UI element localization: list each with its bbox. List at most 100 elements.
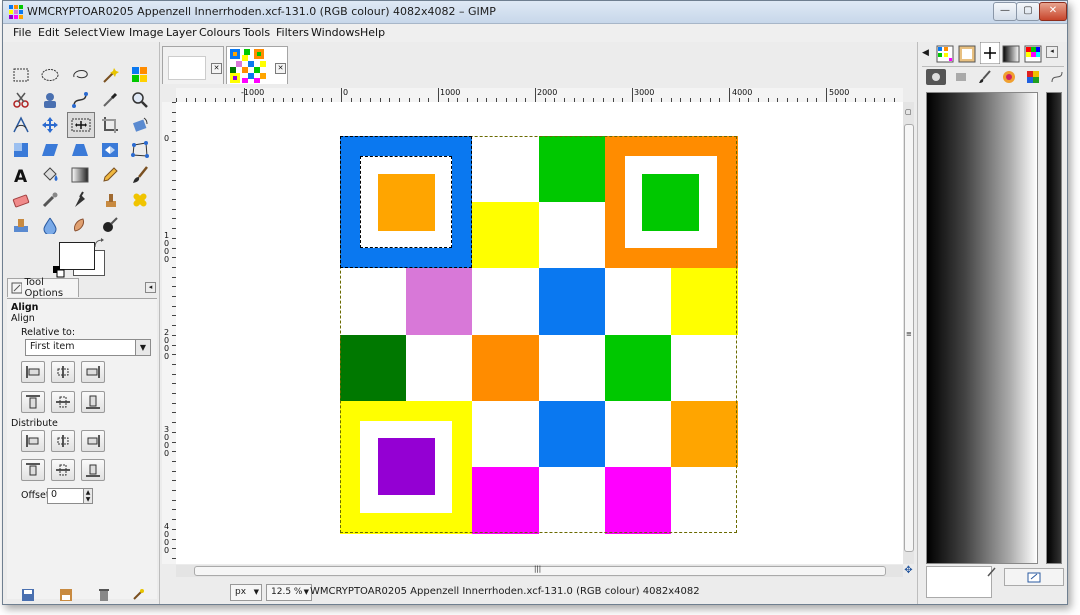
- menu-filters[interactable]: Filters: [276, 26, 309, 39]
- paths-icon[interactable]: [69, 89, 91, 111]
- edit-gradient-button[interactable]: [1004, 568, 1064, 586]
- delete-options-icon[interactable]: [97, 588, 111, 602]
- paths-dialog-icon[interactable]: [1050, 70, 1064, 84]
- brushes-tab-icon[interactable]: [980, 42, 1000, 64]
- brush-icon[interactable]: [978, 70, 992, 84]
- measure-icon[interactable]: [10, 114, 32, 136]
- text-icon[interactable]: A: [10, 164, 32, 186]
- color-picker-icon[interactable]: [99, 89, 121, 111]
- perspective-icon[interactable]: [69, 139, 91, 161]
- brush-preview[interactable]: [926, 566, 992, 598]
- ink-icon[interactable]: [69, 189, 91, 211]
- shear-icon[interactable]: [39, 139, 61, 161]
- align-left-edge-button[interactable]: [21, 361, 45, 383]
- swap-colors-icon[interactable]: [93, 238, 105, 250]
- reset-options-icon[interactable]: [131, 588, 145, 602]
- distribute-middle-button[interactable]: [51, 459, 75, 481]
- align-center-button[interactable]: [51, 361, 75, 383]
- align-top-edge-button[interactable]: [21, 391, 45, 413]
- distribute-center-button[interactable]: [51, 430, 75, 452]
- unit-select[interactable]: px ▼: [230, 584, 262, 601]
- dock-arrow-icon[interactable]: ◀: [922, 48, 929, 58]
- eraser-icon[interactable]: [10, 189, 32, 211]
- palettes-tab-icon[interactable]: [1024, 45, 1042, 63]
- lasso-icon[interactable]: [69, 64, 91, 86]
- restore-options-icon[interactable]: [59, 588, 73, 602]
- align-right-edge-button[interactable]: [81, 361, 105, 383]
- heal-icon[interactable]: [129, 189, 151, 211]
- tool-options-tab[interactable]: Tool Options: [7, 277, 79, 299]
- pencil-icon[interactable]: [99, 164, 121, 186]
- layers-preview-strip[interactable]: [1046, 92, 1062, 564]
- device-status-icon[interactable]: [954, 70, 968, 84]
- rect-select-icon[interactable]: [10, 64, 32, 86]
- menu-windows[interactable]: Windows: [311, 26, 360, 39]
- distribute-right-button[interactable]: [81, 430, 105, 452]
- paintbrush-icon[interactable]: [129, 164, 151, 186]
- menu-edit[interactable]: Edit: [38, 26, 59, 39]
- airbrush-icon[interactable]: [39, 189, 61, 211]
- close-icon[interactable]: ✕: [211, 63, 222, 74]
- vertical-scroll-thumb[interactable]: [904, 124, 914, 552]
- flip-icon[interactable]: [99, 139, 121, 161]
- fuzzy-select-icon[interactable]: [99, 64, 121, 86]
- blur-icon[interactable]: [39, 214, 61, 236]
- horizontal-ruler[interactable]: -1000 0 1000 2000 3000 4000 5000: [176, 88, 903, 103]
- menu-file[interactable]: File: [13, 26, 31, 39]
- fonts-tab-icon[interactable]: [958, 45, 976, 63]
- dodge-burn-icon[interactable]: [99, 214, 121, 236]
- bucket-fill-icon[interactable]: [39, 164, 61, 186]
- align-middle-button[interactable]: [51, 391, 75, 413]
- crop-icon[interactable]: [99, 114, 121, 136]
- gradient-preview[interactable]: [926, 92, 1038, 564]
- zoom-select[interactable]: 12.5 % ▼: [266, 584, 312, 601]
- offset-spinner[interactable]: ▲ ▼: [83, 488, 93, 504]
- save-options-icon[interactable]: [21, 588, 35, 602]
- rotate-icon[interactable]: [129, 114, 151, 136]
- image-content[interactable]: [340, 136, 738, 534]
- offset-input[interactable]: 0: [47, 488, 85, 504]
- close-icon[interactable]: ✕: [275, 63, 286, 74]
- vertical-scrollbar[interactable]: ▢ ≡: [903, 102, 914, 564]
- move-icon[interactable]: [39, 114, 61, 136]
- edit-brush-icon[interactable]: [986, 566, 998, 578]
- minimize-button[interactable]: —: [993, 2, 1017, 21]
- ellipse-select-icon[interactable]: [39, 64, 61, 86]
- foreground-select-icon[interactable]: [39, 89, 61, 111]
- cage-transform-icon[interactable]: [129, 139, 151, 161]
- color-wheel-icon[interactable]: [1002, 70, 1016, 84]
- blend-icon[interactable]: [69, 164, 91, 186]
- menu-tools[interactable]: Tools: [243, 26, 270, 39]
- palette-icon[interactable]: [1026, 70, 1040, 84]
- toolbox-tab-icon[interactable]: [926, 69, 946, 85]
- menu-view[interactable]: View: [99, 26, 125, 39]
- select-by-color-icon[interactable]: [129, 64, 151, 86]
- close-button[interactable]: ✕: [1039, 2, 1067, 21]
- menu-select[interactable]: Select: [64, 26, 98, 39]
- ruler-corner[interactable]: [162, 88, 176, 102]
- menu-colours[interactable]: Colours: [199, 26, 240, 39]
- scissors-icon[interactable]: [10, 89, 32, 111]
- gradients-tab-icon[interactable]: [1002, 45, 1020, 63]
- navigation-icon[interactable]: ✥: [903, 565, 914, 577]
- zoom-icon[interactable]: [129, 89, 151, 111]
- maximize-button[interactable]: ▢: [1016, 2, 1040, 21]
- smudge-icon[interactable]: [69, 214, 91, 236]
- image-tab-2[interactable]: ✕: [226, 46, 288, 84]
- scale-icon[interactable]: [10, 139, 32, 161]
- vertical-ruler[interactable]: 0 1000 2000 3000 4000: [162, 102, 177, 564]
- configure-tab-icon[interactable]: ◂: [145, 282, 156, 293]
- horizontal-scrollbar[interactable]: |||: [176, 565, 903, 577]
- align-bottom-edge-button[interactable]: [81, 391, 105, 413]
- image-tab-1[interactable]: ✕: [162, 46, 224, 84]
- clone-icon[interactable]: [99, 189, 121, 211]
- dock-menu-icon[interactable]: ◂: [1046, 46, 1058, 58]
- distribute-left-button[interactable]: [21, 430, 45, 452]
- align-icon[interactable]: [67, 112, 95, 138]
- menu-image[interactable]: Image: [129, 26, 163, 39]
- menu-help[interactable]: Help: [360, 26, 385, 39]
- distribute-top-button[interactable]: [21, 459, 45, 481]
- navigate-icon[interactable]: ▢: [905, 108, 912, 117]
- perspective-clone-icon[interactable]: [10, 214, 32, 236]
- menu-layer[interactable]: Layer: [166, 26, 197, 39]
